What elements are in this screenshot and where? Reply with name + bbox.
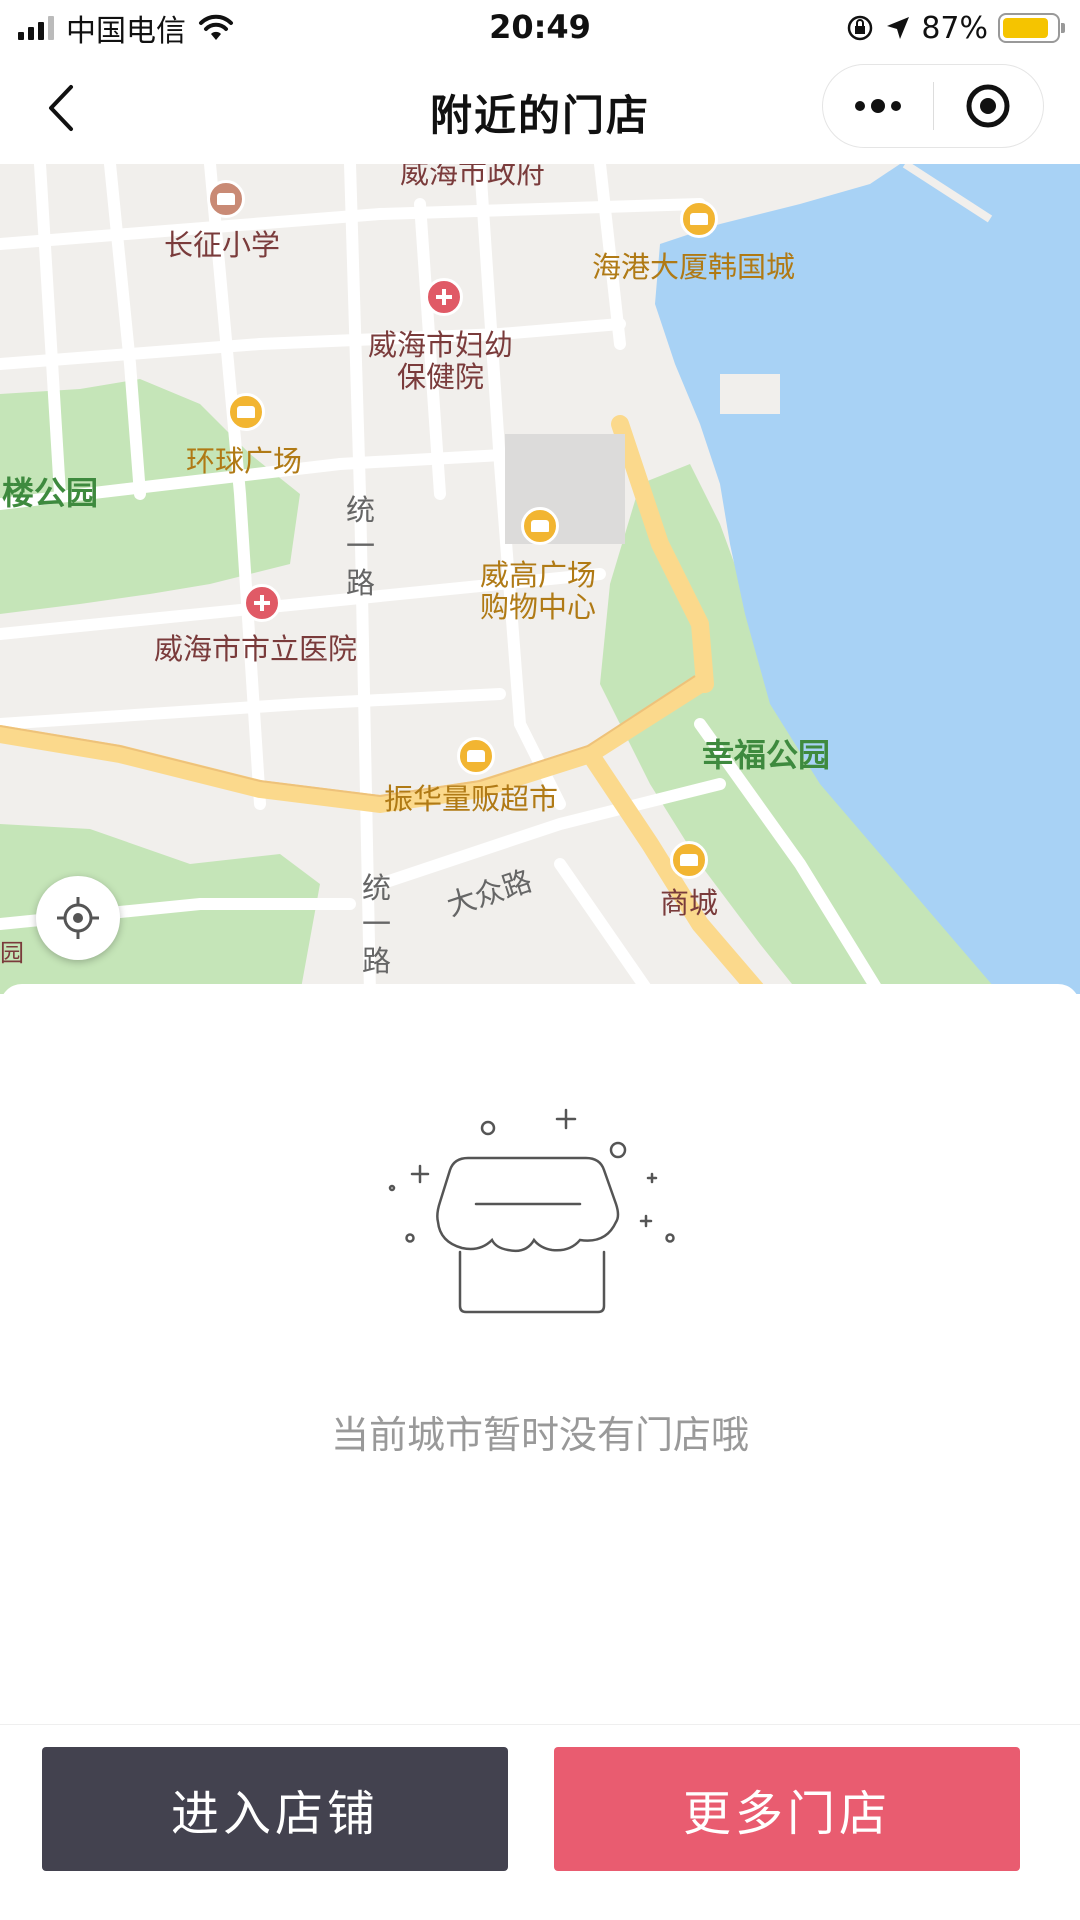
footer-bar: 进入店铺 更多门店 <box>0 1724 1080 1920</box>
map-label-park-edge: 园 <box>0 939 24 967</box>
empty-state-message: 当前城市暂时没有门店哦 <box>330 1413 749 1457</box>
store-awning-icon <box>388 1108 675 1314</box>
map-label-maternity: 威海市妇幼 保健院 <box>368 328 514 394</box>
store-list-panel: 当前城市暂时没有门店哦 <box>0 984 1080 1724</box>
map-label-supermarket: 振华量贩超市 <box>384 782 559 816</box>
more-button[interactable] <box>823 64 933 148</box>
locate-crosshair-icon <box>57 897 99 939</box>
hospital-poi-icon[interactable] <box>425 278 463 316</box>
enter-store-button[interactable]: 进入店铺 <box>42 1747 508 1871</box>
close-button[interactable] <box>934 64 1044 148</box>
nav-bar: 附近的门店 <box>0 56 1080 164</box>
target-circle-icon <box>966 84 1010 128</box>
map-label-mall: 商城 <box>660 886 719 920</box>
shopping-poi-icon[interactable] <box>670 841 708 879</box>
status-bar: 中国电信 20:49 87% <box>0 0 1080 56</box>
more-dots-icon <box>854 99 901 113</box>
map-label-park-left: 楼公园 <box>2 474 99 512</box>
battery-icon <box>998 13 1065 43</box>
status-right: 87% <box>845 8 1065 48</box>
shopping-poi-icon[interactable] <box>521 507 559 545</box>
location-arrow-icon <box>887 17 910 39</box>
map-view[interactable]: 威海市政府 长征小学 海港大厦韩国城 威海市妇幼 保健院 环球广场 楼公园 统 … <box>0 164 1080 994</box>
school-poi-icon[interactable] <box>207 180 245 218</box>
shopping-poi-icon[interactable] <box>227 393 265 431</box>
map-label-gov: 威海市政府 <box>400 164 546 190</box>
map-label-xingfu-park: 幸福公园 <box>702 736 831 774</box>
locate-button[interactable] <box>36 876 120 960</box>
map-label-school: 长征小学 <box>164 228 281 262</box>
shopping-poi-icon[interactable] <box>457 737 495 775</box>
shopping-poi-icon[interactable] <box>680 200 718 238</box>
battery-percent: 87% <box>921 10 988 46</box>
map-label-tongyi-road: 统 一 路 <box>346 493 376 600</box>
map-label-tongyi-road: 统 一 路 <box>362 871 392 978</box>
map-label-global-plaza: 环球广场 <box>186 444 303 478</box>
hospital-poi-icon[interactable] <box>243 584 281 622</box>
map-label-hospital: 威海市市立医院 <box>154 632 358 666</box>
map-label-korea-city: 海港大厦韩国城 <box>592 250 796 284</box>
map-label-weigao: 威高广场 购物中心 <box>480 558 597 624</box>
rotation-lock-icon <box>848 15 873 41</box>
more-stores-button[interactable]: 更多门店 <box>554 1747 1020 1871</box>
mini-program-capsule <box>822 64 1044 148</box>
